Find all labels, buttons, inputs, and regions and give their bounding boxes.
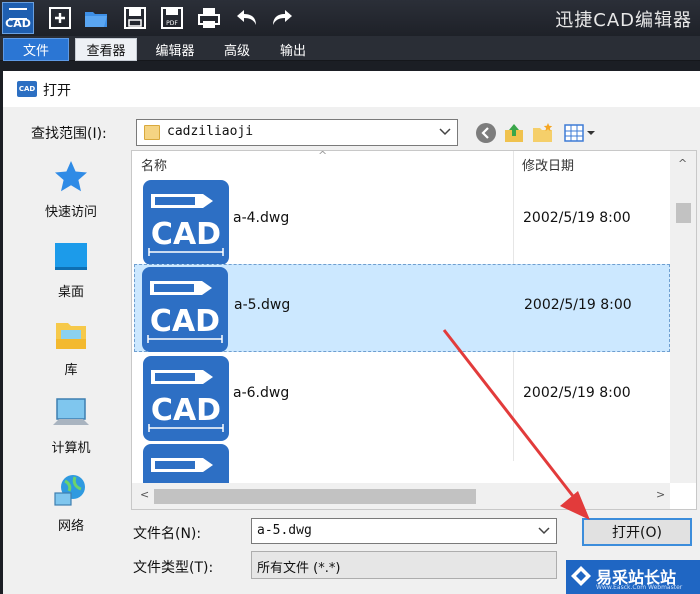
filename-input[interactable]: a-5.dwg <box>251 518 557 544</box>
menu-advanced[interactable]: 高级 <box>212 38 262 61</box>
svg-text:CAD: CAD <box>150 304 220 339</box>
chevron-down-icon[interactable] <box>537 524 551 538</box>
scroll-right-icon[interactable]: > <box>656 488 665 501</box>
watermark-badge: 易采站长站 Www.Easck.Com Webmaster <box>566 560 700 594</box>
place-label: 网络 <box>57 519 84 534</box>
file-row-partial[interactable]: CAD <box>134 441 670 483</box>
watermark-logo-icon <box>571 566 591 586</box>
desktop-icon <box>55 243 87 270</box>
svg-text:PDF: PDF <box>166 20 178 27</box>
app-titlebar: CAD PDF 迅捷CAD编辑器 <box>0 0 700 36</box>
look-in-label: 查找范围(I): <box>31 126 107 142</box>
filetype-value: 所有文件 (*.*) <box>257 561 341 576</box>
file-name: a-5.dwg <box>234 297 291 313</box>
look-in-combo[interactable]: cadziliaoji <box>136 119 458 146</box>
star-icon <box>55 161 87 192</box>
place-library[interactable]: 库 <box>26 317 116 391</box>
place-label: 桌面 <box>57 285 84 300</box>
places-bar: 快速访问 桌面 库 计算机 网络 <box>26 155 116 575</box>
file-name: a-4.dwg <box>233 210 290 226</box>
undo-icon[interactable] <box>235 6 259 30</box>
file-row[interactable]: CAD a-6.dwg 2002/5/19 8:00 <box>134 353 670 441</box>
redo-icon[interactable] <box>270 6 294 30</box>
library-icon <box>56 323 86 349</box>
chevron-down-icon[interactable] <box>438 125 452 139</box>
dialog-cad-icon: CAD <box>17 81 37 97</box>
place-label: 快速访问 <box>44 205 97 220</box>
app-logo[interactable]: CAD <box>2 2 34 34</box>
scroll-left-icon[interactable]: < <box>140 488 149 501</box>
menu-editor[interactable]: 编辑器 <box>145 38 205 61</box>
horizontal-scrollbar[interactable]: < > <box>132 483 670 509</box>
filename-label: 文件名(N): <box>133 526 202 542</box>
svg-text:CAD: CAD <box>151 393 221 428</box>
place-label: 库 <box>64 363 78 378</box>
column-name-label: 名称 <box>141 158 168 174</box>
sort-ascending-icon: ^ <box>318 150 328 162</box>
file-name: a-6.dwg <box>233 385 290 401</box>
view-menu-icon[interactable] <box>563 122 597 144</box>
save-icon[interactable] <box>123 6 147 30</box>
computer-icon <box>53 398 89 425</box>
dialog-title: 打开 <box>43 83 71 99</box>
dialog-titlebar: CAD 打开 <box>3 71 700 107</box>
print-icon[interactable] <box>197 6 221 30</box>
place-quick-access[interactable]: 快速访问 <box>26 159 116 233</box>
scroll-thumb[interactable] <box>154 489 476 504</box>
menu-output[interactable]: 输出 <box>268 38 318 61</box>
filename-value: a-5.dwg <box>257 523 312 538</box>
new-folder-icon[interactable] <box>532 122 554 144</box>
open-folder-icon[interactable] <box>84 6 108 30</box>
filetype-select[interactable]: 所有文件 (*.*) <box>251 551 557 579</box>
folder-icon <box>144 125 160 140</box>
menu-bar: 文件 查看器 编辑器 高级 输出 <box>0 36 700 61</box>
file-list[interactable]: 名称 ^ 修改日期 CAD a-4.dwg 2002/5/19 8:00 CAD… <box>131 150 697 510</box>
column-header-date[interactable]: 修改日期 <box>513 151 663 177</box>
save-pdf-icon[interactable]: PDF <box>160 6 184 30</box>
app-logo-text: CAD <box>5 17 31 30</box>
file-date: 2002/5/19 8:00 <box>524 297 632 313</box>
app-title: 迅捷CAD编辑器 <box>555 10 692 31</box>
open-dialog: CAD 打开 查找范围(I): cadziliaoji 快速访问 桌面 库 计算… <box>3 71 700 594</box>
watermark-url: Www.Easck.Com Webmaster <box>596 584 683 591</box>
file-date: 2002/5/19 8:00 <box>523 385 631 401</box>
cad-file-icon: CAD <box>141 180 231 265</box>
svg-text:CAD: CAD <box>151 217 221 252</box>
cad-file-icon: CAD <box>141 444 231 483</box>
network-icon <box>54 475 85 506</box>
back-icon[interactable] <box>475 122 497 144</box>
cad-file-icon: CAD <box>141 356 231 441</box>
up-folder-icon[interactable] <box>503 122 525 144</box>
menu-viewer[interactable]: 查看器 <box>75 38 137 61</box>
filetype-label: 文件类型(T): <box>133 560 214 576</box>
place-label: 计算机 <box>51 441 91 456</box>
cad-file-icon: CAD <box>140 267 230 352</box>
scroll-thumb[interactable] <box>676 203 691 223</box>
scroll-up-icon[interactable]: ^ <box>678 157 687 170</box>
look-in-value: cadziliaoji <box>167 124 254 139</box>
menu-file[interactable]: 文件 <box>3 38 69 61</box>
place-network[interactable]: 网络 <box>26 473 116 547</box>
file-row-selected[interactable]: CAD a-5.dwg 2002/5/19 8:00 <box>134 264 670 352</box>
file-row[interactable]: CAD a-4.dwg 2002/5/19 8:00 <box>134 177 670 265</box>
column-header-name[interactable]: 名称 ^ <box>132 151 512 177</box>
vertical-scrollbar[interactable]: ^ <box>670 151 696 483</box>
file-date: 2002/5/19 8:00 <box>523 210 631 226</box>
open-button[interactable]: 打开(O) <box>582 518 692 546</box>
column-date-label: 修改日期 <box>522 158 575 174</box>
new-icon[interactable] <box>48 6 72 30</box>
place-desktop[interactable]: 桌面 <box>26 239 116 313</box>
place-computer[interactable]: 计算机 <box>26 395 116 469</box>
